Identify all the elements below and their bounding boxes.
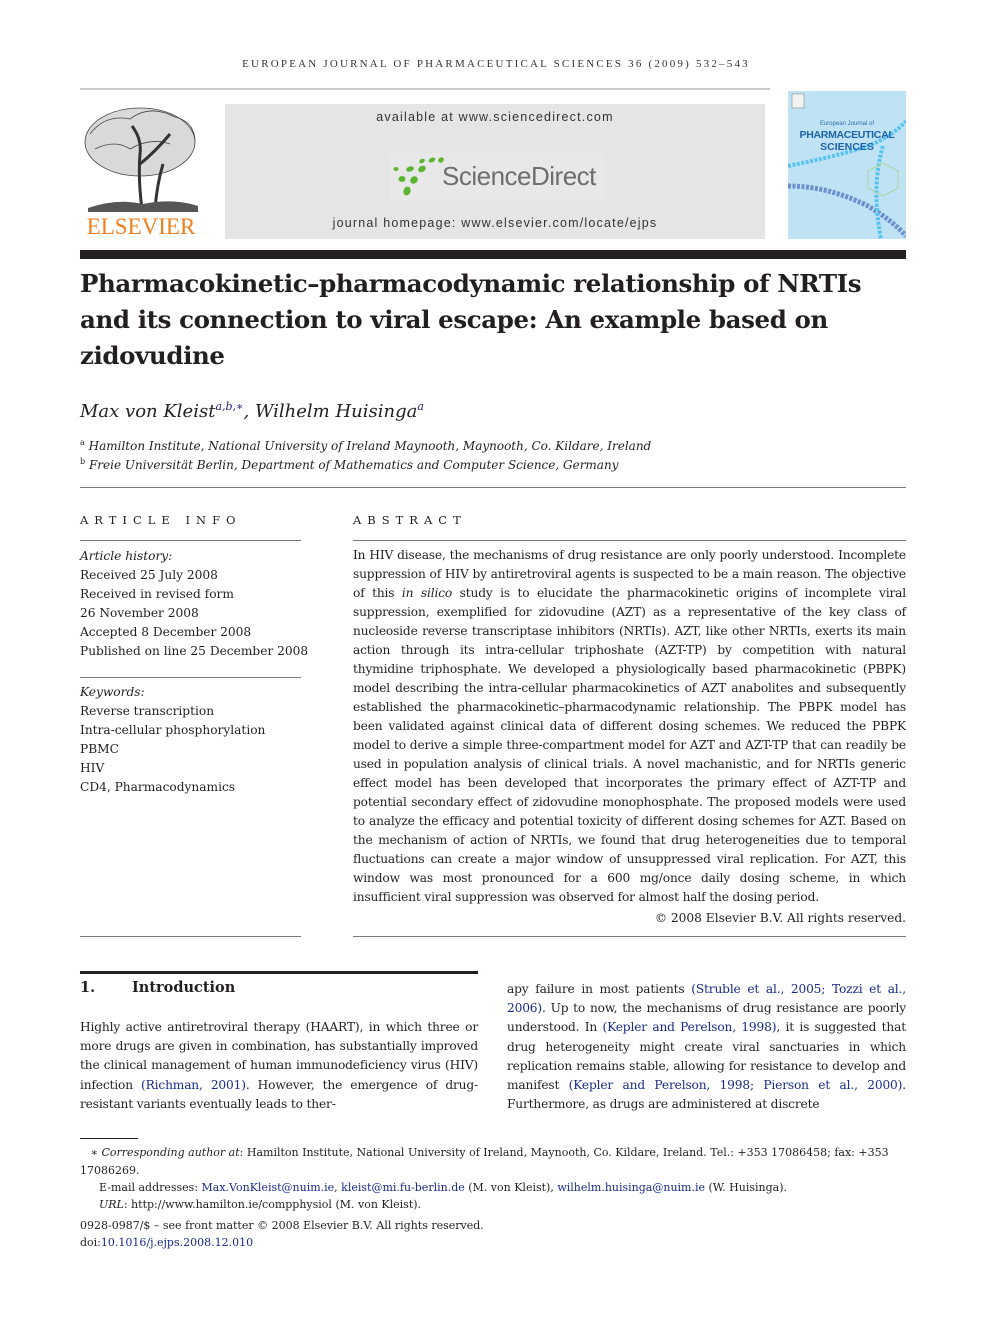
elsevier-logo[interactable]: ELSEVIER [80, 104, 202, 240]
email-footnote: E-mail addresses: Max.VonKleist@nuim.ie,… [99, 1179, 906, 1197]
abstract-segment: study is to elucidate the pharmacokineti… [353, 586, 907, 904]
history-item: Received 25 July 2008 [80, 568, 218, 582]
keyword: PBMC [80, 742, 119, 756]
sciencedirect-wordmark: ScienceDirect [442, 161, 596, 191]
abstract-text: In HIV disease, the mechanisms of drug r… [353, 546, 906, 907]
author-affiliation-marks[interactable]: a [417, 400, 424, 413]
sciencedirect-logo[interactable]: ScienceDirect [390, 153, 605, 201]
authors-divider [80, 487, 906, 488]
sciencedirect-dots-icon [393, 157, 444, 196]
journal-cover-thumbnail[interactable]: European Journal of PHARMACEUTICAL SCIEN… [788, 91, 906, 239]
tree-icon [84, 107, 198, 212]
intro-column-left: Highly active antiretroviral therapy (HA… [80, 1018, 478, 1114]
keyword: HIV [80, 761, 105, 775]
running-head: EUROPEAN JOURNAL OF PHARMACEUTICAL SCIEN… [242, 58, 750, 70]
corresponding-author-footnote: ∗ Corresponding author at: Hamilton Inst… [80, 1144, 906, 1179]
history-item: 26 November 2008 [80, 606, 199, 620]
section-bar [80, 971, 478, 974]
citation-link[interactable]: (Kepler and Perelson, 1998) [603, 1020, 777, 1034]
available-at-link[interactable]: available at www.sciencedirect.com [225, 110, 765, 124]
abstract-copyright: © 2008 Elsevier B.V. All rights reserved… [654, 911, 906, 925]
affiliation-text: Hamilton Institute, National University … [88, 439, 652, 453]
section-number: 1. [80, 979, 96, 996]
footnote-text[interactable]: : http://www.hamilton.ie/compphysiol (M.… [124, 1198, 421, 1211]
cover-art-icon [788, 93, 906, 239]
abstract-italic: in silico [401, 586, 453, 600]
history-item: Received in revised form [80, 587, 234, 601]
journal-homepage-link[interactable]: journal homepage: www.elsevier.com/locat… [225, 216, 765, 230]
footnote-star: ∗ [90, 1146, 98, 1159]
history-item: Accepted 8 December 2008 [80, 625, 252, 639]
doi-label: doi: [80, 1236, 101, 1249]
body-text: apy failure in most patients [507, 982, 692, 996]
url-footnote: URL: http://www.hamilton.ie/compphysiol … [99, 1196, 906, 1214]
keyword: CD4, Pharmacodynamics [80, 780, 236, 794]
keyword: Reverse transcription [80, 704, 215, 718]
section-title: Introduction [132, 979, 236, 996]
abstract-bottom-divider [353, 936, 906, 937]
email-link[interactable]: Max.VonKleist@nuim.ie [202, 1181, 335, 1194]
author-affiliation-marks[interactable]: a,b,∗ [215, 400, 243, 413]
keyword: Intra-cellular phosphorylation [80, 723, 266, 737]
affiliation-mark: a [80, 438, 85, 447]
cover-journal-line: European Journal of [819, 121, 875, 127]
citation-link[interactable]: (Richman, 2001) [141, 1078, 246, 1092]
doi-link[interactable]: 10.1016/j.ejps.2008.12.010 [101, 1236, 253, 1249]
affiliation-mark: b [80, 457, 86, 466]
author-name[interactable]: Max von Kleist [80, 401, 215, 422]
affiliation: b Freie Universität Berlin, Department o… [80, 457, 618, 472]
abstract-divider [353, 540, 906, 541]
footnote-label: E-mail addresses: [99, 1181, 202, 1194]
article-history: Article history: Received 25 July 2008 R… [80, 547, 308, 661]
header-divider [80, 88, 770, 90]
front-matter: 0928-0987/$ – see front matter © 2008 El… [80, 1219, 484, 1232]
section-heading: 1. Introduction [80, 979, 235, 996]
affiliation-text: Freie Universität Berlin, Department of … [88, 458, 619, 472]
elsevier-wordmark: ELSEVIER [86, 214, 196, 239]
article-info-heading: ARTICLE INFO [80, 513, 242, 527]
keywords-label: Keywords: [80, 685, 145, 699]
email-link[interactable]: wilhelm.huisinga@nuim.ie [557, 1181, 705, 1194]
intro-column-right: apy failure in most patients (Struble et… [507, 980, 906, 1114]
doi-line: doi:10.1016/j.ejps.2008.12.010 [80, 1234, 906, 1252]
author-list: Max von Kleista,b,∗, Wilhelm Huisingaa [80, 400, 424, 422]
history-item: Published on line 25 December 2008 [80, 644, 309, 658]
article-history-label: Article history: [80, 549, 173, 563]
footnote-divider [80, 1138, 138, 1139]
footnote-text: (W. Huisinga). [705, 1181, 787, 1194]
keywords-divider [80, 677, 301, 678]
abstract-heading: ABSTRACT [353, 513, 467, 527]
header-bar [80, 250, 906, 259]
author-name[interactable]: Wilhelm Huisinga [255, 401, 417, 422]
keywords: Keywords: Reverse transcription Intra-ce… [80, 683, 265, 797]
article-info-divider [80, 540, 301, 541]
article-title: Pharmacokinetic–pharmacodynamic relation… [80, 269, 862, 370]
footnote-text: (M. von Kleist), [464, 1181, 558, 1194]
cover-title-line1: PHARMACEUTICAL [799, 129, 895, 141]
citation-link[interactable]: (Kepler and Perelson, 1998; Pierson et a… [569, 1078, 903, 1092]
email-link[interactable]: kleist@mi.fu-berlin.de [341, 1181, 465, 1194]
footnote-label: Corresponding author at [101, 1146, 240, 1159]
affiliation: a Hamilton Institute, National Universit… [80, 438, 651, 453]
footnote-label: URL [99, 1198, 124, 1211]
cover-title-line2: SCIENCES [820, 141, 874, 153]
article-info-bottom-divider [80, 936, 301, 937]
